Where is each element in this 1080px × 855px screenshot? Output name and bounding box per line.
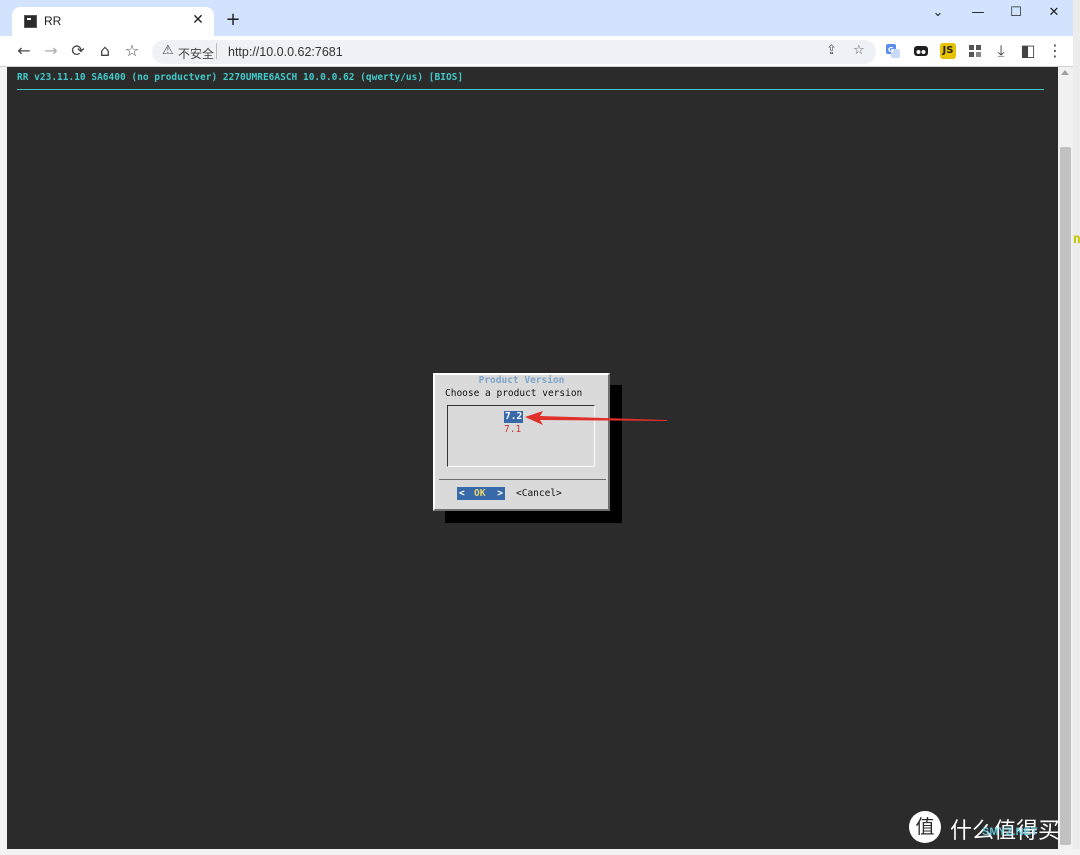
list-item-selected[interactable]: 7.2 bbox=[504, 411, 524, 423]
share-icon[interactable]: ⇪ bbox=[826, 43, 837, 58]
svg-text:G: G bbox=[888, 46, 894, 54]
ok-button-left-bracket: < bbox=[459, 488, 465, 499]
incognito-extension-icon[interactable] bbox=[913, 43, 929, 59]
scroll-up-arrow-icon[interactable] bbox=[1061, 70, 1069, 75]
dialog-title: Product Version bbox=[478, 375, 565, 386]
list-item[interactable]: 7.1 bbox=[504, 424, 521, 436]
reload-icon[interactable]: ⟳ bbox=[68, 41, 88, 61]
ok-button-label: OK bbox=[474, 488, 486, 499]
grid-extension-icon[interactable] bbox=[967, 43, 983, 59]
tab-rr[interactable]: RR ✕ bbox=[12, 7, 214, 37]
watermark-logo-icon: 值 bbox=[909, 811, 941, 843]
forward-icon[interactable]: → bbox=[41, 41, 61, 61]
dialog-prompt: Choose a product version bbox=[445, 388, 583, 399]
new-tab-button[interactable]: + bbox=[224, 11, 242, 29]
dialog-separator bbox=[439, 479, 606, 480]
cancel-button[interactable]: <Cancel> bbox=[516, 487, 562, 500]
menu-kebab-icon[interactable]: ⋮ bbox=[1045, 41, 1065, 61]
back-icon[interactable]: ← bbox=[14, 41, 34, 61]
security-label[interactable]: 不安全 bbox=[178, 45, 214, 62]
terminal-scrollbar[interactable] bbox=[1058, 67, 1073, 849]
maximize-button[interactable]: ☐ bbox=[1002, 4, 1030, 22]
home-icon[interactable]: ⌂ bbox=[95, 41, 115, 61]
js-extension-icon[interactable]: JS bbox=[940, 43, 956, 59]
warning-icon[interactable]: ⚠ bbox=[162, 43, 174, 58]
browser-toolbar: ← → ⟳ ⌂ ☆ ⚠ 不安全 http://10.0.0.62:7681 ⇪ … bbox=[0, 36, 1080, 67]
watermark-site: SMYZ.NET bbox=[982, 826, 1038, 838]
tab-close-icon[interactable]: ✕ bbox=[190, 12, 206, 28]
ok-button[interactable]: < OK > bbox=[457, 487, 505, 500]
minimize-button[interactable]: — bbox=[964, 4, 992, 22]
scroll-thumb[interactable] bbox=[1060, 147, 1071, 845]
browser-window: RR ✕ + ⌄ — ☐ ✕ ← → ⟳ ⌂ ☆ ⚠ 不安全 http://10… bbox=[0, 0, 1080, 855]
product-version-dialog: Product Version Choose a product version… bbox=[433, 373, 610, 511]
tab-strip: RR ✕ + ⌄ — ☐ ✕ bbox=[0, 0, 1080, 37]
download-icon[interactable]: ⤓ bbox=[991, 41, 1011, 61]
tab-search-icon[interactable]: ⌄ bbox=[924, 4, 952, 22]
status-rule bbox=[17, 89, 1044, 90]
side-panel-icon[interactable]: ◧ bbox=[1018, 41, 1038, 61]
window-left-edge bbox=[0, 67, 7, 855]
red-arrow-annotation-icon bbox=[525, 411, 667, 425]
ok-button-right-bracket: > bbox=[497, 488, 503, 499]
address-separator bbox=[216, 43, 217, 59]
window-right-edge bbox=[1073, 0, 1080, 855]
terminal-favicon-icon bbox=[24, 15, 37, 28]
bookmark-star-icon[interactable]: ☆ bbox=[122, 41, 142, 61]
address-bar[interactable]: ⚠ 不安全 http://10.0.0.62:7681 ⇪ ☆ bbox=[152, 40, 876, 64]
terminal-status-line: RR v23.11.10 SA6400 (no productver) 2270… bbox=[17, 72, 464, 83]
close-window-button[interactable]: ✕ bbox=[1040, 4, 1068, 22]
translate-extension-icon[interactable]: G bbox=[885, 43, 901, 59]
window-bottom-edge bbox=[0, 849, 1080, 855]
background-glyph: n bbox=[1073, 232, 1080, 247]
tab-title: RR bbox=[44, 14, 62, 28]
bookmark-this-tab-icon[interactable]: ☆ bbox=[853, 43, 865, 58]
url-text[interactable]: http://10.0.0.62:7681 bbox=[228, 45, 343, 59]
